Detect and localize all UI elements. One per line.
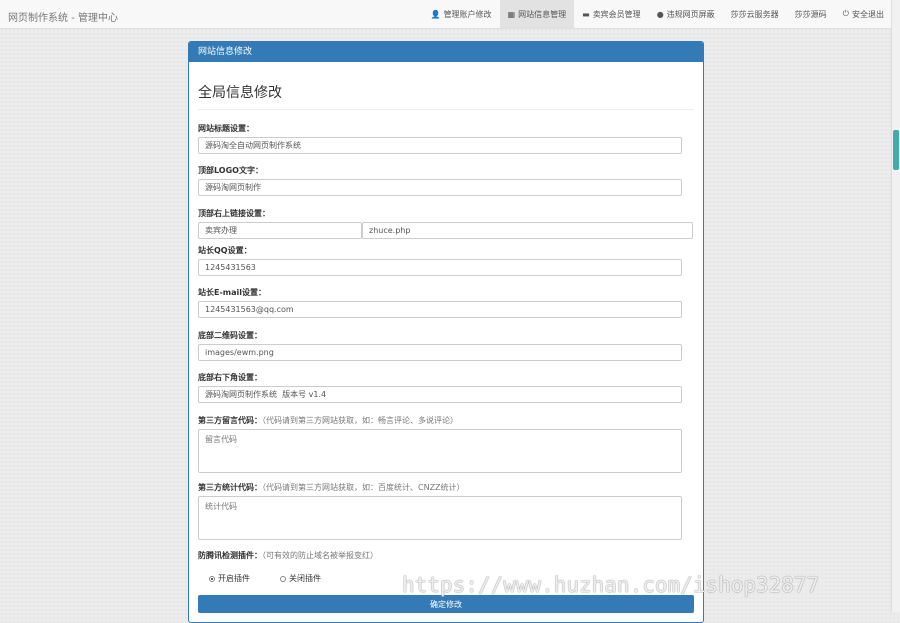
site-info-panel: 网站信息修改 全局信息修改 网站标题设置： 顶部LOGO文字： 顶部右上链接设置… — [188, 41, 704, 623]
title-divider — [198, 109, 694, 110]
nav-item-label: 卖宾会员管理 — [592, 9, 641, 19]
power-icon: ⏻ — [842, 9, 849, 18]
nav-item-label: 管理账户修改 — [443, 9, 492, 19]
top-link-url-input[interactable] — [362, 222, 693, 239]
user-icon: 👤 — [430, 9, 441, 19]
site-title-input[interactable] — [198, 137, 682, 154]
qq-input[interactable] — [198, 259, 682, 276]
nav-item-members[interactable]: ▬ 卖宾会员管理 — [574, 0, 649, 28]
plugin-on-radio[interactable]: 开启插件 — [209, 573, 250, 584]
comment-code-label: 第三方留言代码：（代码请到第三方网站获取，如：畅言评论、多说评论） — [198, 415, 458, 426]
plugin-hint: （可有效的防止域名被举报变红） — [262, 551, 378, 560]
qq-label: 站长QQ设置： — [198, 246, 252, 255]
nav-item-source-code[interactable]: 莎莎源码 — [787, 0, 835, 28]
footer-label: 底部右下角设置： — [198, 373, 262, 382]
nav-item-cloud-server[interactable]: 莎莎云服务器 — [723, 0, 787, 28]
qrcode-label: 底部二维码设置： — [198, 331, 262, 340]
top-nav-menu: 👤 管理账户修改 ▦ 网站信息管理 ▬ 卖宾会员管理 ● 违规网页屏蔽 莎莎云服… — [423, 0, 892, 28]
comment-icon: ▬ — [582, 9, 590, 19]
plugin-off-label: 关闭插件 — [289, 574, 321, 583]
alert-icon: ● — [656, 9, 664, 19]
top-link-label: 顶部右上链接设置： — [198, 209, 270, 218]
top-navbar: 网页制作系统 - 管理中心 👤 管理账户修改 ▦ 网站信息管理 ▬ 卖宾会员管理… — [0, 0, 892, 29]
watermark-text: https://www.huzhan.com/ishop32877 — [402, 573, 820, 597]
plugin-off-radio[interactable]: 关闭插件 — [280, 573, 321, 584]
page-title: 全局信息修改 — [198, 85, 282, 101]
comment-code-textarea[interactable] — [198, 429, 682, 473]
top-link-text-input[interactable] — [198, 222, 362, 239]
plugin-radio-group: 开启插件 关闭插件 — [209, 573, 321, 584]
nav-item-label: 安全退出 — [852, 9, 884, 19]
brand-title[interactable]: 网页制作系统 - 管理中心 — [8, 9, 118, 24]
email-label: 站长E-mail设置： — [198, 288, 267, 297]
qrcode-input[interactable] — [198, 344, 682, 361]
stats-code-hint: （代码请到第三方网站获取，如：百度统计、CNZZ统计） — [262, 483, 465, 492]
stats-code-label: 第三方统计代码：（代码请到第三方网站获取，如：百度统计、CNZZ统计） — [198, 482, 465, 493]
email-input[interactable] — [198, 301, 682, 318]
nav-item-label: 网站信息管理 — [518, 9, 567, 19]
stats-code-label-text: 第三方统计代码： — [198, 483, 262, 492]
logo-text-input[interactable] — [198, 179, 682, 196]
nav-item-label: 违规网页屏蔽 — [666, 9, 715, 19]
nav-item-account[interactable]: 👤 管理账户修改 — [423, 0, 500, 28]
comment-code-hint: （代码请到第三方网站获取，如：畅言评论、多说评论） — [262, 416, 458, 425]
submit-button[interactable]: 确定修改 — [198, 595, 694, 613]
comment-code-label-text: 第三方留言代码： — [198, 416, 262, 425]
nav-item-label: 莎莎云服务器 — [730, 9, 779, 19]
nav-item-logout[interactable]: ⏻ 安全退出 — [835, 0, 892, 28]
logo-text-label: 顶部LOGO文字： — [198, 166, 263, 175]
plugin-label: 防腾讯检测插件：（可有效的防止域名被举报变红） — [198, 550, 378, 561]
radio-unchecked-icon[interactable] — [280, 575, 286, 582]
site-title-label: 网站标题设置： — [198, 124, 254, 133]
page-scrollbar[interactable] — [891, 0, 900, 612]
nav-item-label: 莎莎源码 — [794, 9, 827, 19]
nav-item-block-pages[interactable]: ● 违规网页屏蔽 — [649, 0, 723, 28]
table-icon: ▦ — [507, 9, 516, 19]
plugin-label-text: 防腾讯检测插件： — [198, 551, 262, 560]
nav-item-site-info[interactable]: ▦ 网站信息管理 — [499, 0, 575, 28]
scrollbar-thumb[interactable] — [893, 130, 899, 170]
footer-input[interactable] — [198, 386, 682, 403]
panel-heading: 网站信息修改 — [189, 42, 703, 62]
plugin-on-label: 开启插件 — [218, 574, 250, 583]
stats-code-textarea[interactable] — [198, 496, 682, 540]
radio-checked-icon[interactable] — [209, 575, 215, 582]
